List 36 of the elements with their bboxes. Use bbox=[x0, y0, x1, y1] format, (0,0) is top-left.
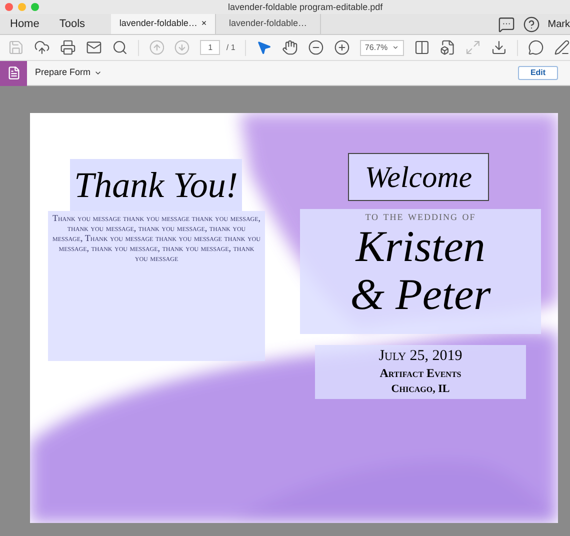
comment-icon[interactable] bbox=[528, 39, 544, 56]
nav-tab[interactable]: Tools bbox=[49, 14, 96, 34]
pen-icon[interactable] bbox=[554, 39, 570, 56]
document-tab[interactable]: lavender-foldable… × bbox=[111, 14, 216, 34]
window-title: lavender-foldable program-editable.pdf bbox=[228, 1, 383, 14]
print-icon[interactable] bbox=[60, 39, 76, 56]
zoom-out-icon[interactable] bbox=[308, 39, 324, 56]
zoom-in-icon[interactable] bbox=[334, 39, 350, 56]
mail-icon[interactable] bbox=[86, 39, 102, 56]
venue-name: Artifact Events bbox=[380, 365, 462, 381]
chat-icon[interactable] bbox=[498, 16, 515, 32]
thank-you-message: Thank you message thank you message thank you message, thank you message, thank you message, thank you message, Thank you message thank you message thank you message, thank you message, thank you message, thank you message bbox=[52, 213, 261, 263]
event-date: July 25, 2019 bbox=[378, 347, 462, 365]
upload-icon[interactable] bbox=[34, 39, 50, 56]
close-tab-button[interactable]: × bbox=[201, 17, 207, 31]
cursor-icon[interactable] bbox=[256, 39, 272, 56]
caret-icon bbox=[392, 44, 399, 51]
groom-name: & Peter bbox=[350, 271, 491, 319]
welcome-heading: Welcome bbox=[364, 160, 472, 196]
help-icon[interactable] bbox=[522, 16, 540, 32]
form-tool-badge[interactable] bbox=[0, 60, 27, 86]
tool-name[interactable]: Prepare Form bbox=[35, 66, 91, 80]
page-total: / 1 bbox=[226, 42, 236, 54]
edit-button[interactable]: Edit bbox=[518, 66, 558, 80]
caret-icon[interactable] bbox=[94, 69, 102, 77]
thank-you-heading: Thank You! bbox=[74, 164, 238, 207]
event-city: Chicago, IL bbox=[391, 382, 450, 397]
bride-name: Kristen bbox=[356, 223, 486, 271]
user-name[interactable]: Mark bbox=[548, 16, 570, 32]
form-icon bbox=[6, 66, 20, 80]
zoom-dropdown[interactable]: 76.7% bbox=[360, 40, 404, 56]
nav-tab[interactable]: Home bbox=[0, 14, 50, 34]
hand-icon[interactable] bbox=[282, 39, 298, 56]
wedding-subtitle: to the wedding of bbox=[365, 209, 476, 223]
search-icon[interactable] bbox=[112, 39, 128, 56]
page-number-field[interactable]: 1 bbox=[200, 40, 220, 55]
